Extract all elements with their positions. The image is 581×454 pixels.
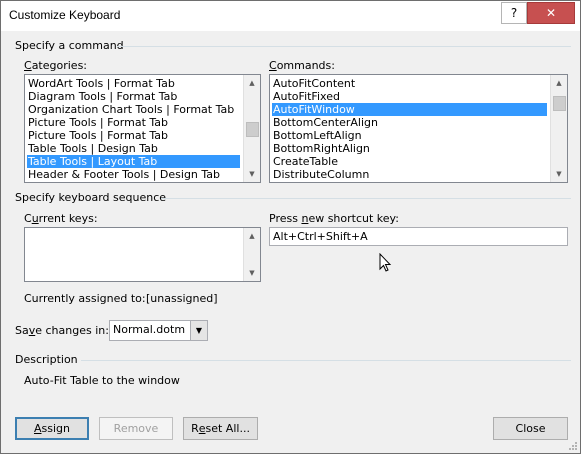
scroll-thumb[interactable] (246, 122, 259, 137)
scroll-up-icon[interactable]: ▲ (244, 228, 260, 244)
specify-command-group-label: Specify a command (15, 39, 124, 52)
assign-button[interactable]: Assign (15, 417, 89, 440)
new-shortcut-input[interactable]: Alt+Ctrl+Shift+A (269, 227, 568, 246)
chevron-down-icon[interactable]: ▼ (190, 321, 207, 340)
save-changes-select[interactable]: Normal.dotm ▼ (109, 320, 208, 341)
group-divider (161, 198, 571, 199)
save-changes-value: Normal.dotm (113, 323, 186, 336)
group-divider (117, 46, 571, 47)
list-item[interactable]: Picture Tools | Format Tab (27, 116, 240, 129)
save-changes-label: Save changes in: (15, 324, 109, 337)
group-divider (81, 360, 571, 361)
currently-assigned-value: [unassigned] (146, 292, 218, 305)
remove-button[interactable]: Remove (99, 417, 173, 440)
close-button[interactable]: Close (493, 417, 568, 440)
window-close-icon[interactable]: ✕ (527, 2, 575, 24)
commands-listbox[interactable]: DistributeColumn CreateTable BottomRightAl… (269, 74, 568, 183)
list-item[interactable]: BottomLeftAlign (272, 129, 547, 142)
categories-label: Categories: (24, 59, 88, 72)
title-bar: Customize Keyboard ? ✕ (1, 1, 580, 31)
current-keys-listbox[interactable]: ▲ ▼ (24, 227, 261, 282)
scroll-up-icon[interactable]: ▲ (551, 75, 567, 91)
list-item[interactable]: Diagram Tools | Format Tab (27, 90, 240, 103)
current-keys-label: Current keys: (24, 212, 98, 225)
list-item[interactable]: AutoFitWindow (272, 103, 547, 116)
commands-label: Commands: (269, 59, 335, 72)
help-button[interactable]: ? (501, 2, 527, 24)
list-item[interactable]: Table Tools | Design Tab (27, 142, 240, 155)
categories-scrollbar[interactable]: ▲ ▼ (243, 75, 260, 182)
resize-grip-icon[interactable] (568, 441, 578, 451)
scroll-thumb[interactable] (553, 96, 566, 111)
window-title: Customize Keyboard (9, 8, 121, 22)
scroll-down-icon[interactable]: ▼ (551, 166, 567, 182)
commands-scrollbar[interactable]: ▲ ▼ (550, 75, 567, 182)
currently-assigned-label: Currently assigned to: (24, 292, 146, 305)
list-item[interactable]: CreateTable (272, 155, 547, 168)
list-item[interactable]: AutoFitContent (272, 77, 547, 90)
scroll-down-icon[interactable]: ▼ (244, 166, 260, 182)
list-item[interactable]: DistributeColumn (272, 168, 547, 181)
scroll-down-icon[interactable]: ▼ (244, 265, 260, 281)
keyboard-sequence-group-label: Specify keyboard sequence (15, 191, 167, 204)
list-item[interactable]: Picture Tools | Format Tab (27, 129, 240, 142)
list-item[interactable]: AutoFitFixed (272, 90, 547, 103)
list-item[interactable]: WordArt Tools | Format Tab (27, 77, 240, 90)
reset-all-button[interactable]: Re set All... (183, 417, 258, 440)
list-item[interactable]: Organization Chart Tools | Format Tab (27, 103, 240, 116)
scroll-up-icon[interactable]: ▲ (244, 75, 260, 91)
list-item[interactable]: BottomCenterAlign (272, 116, 547, 129)
list-item[interactable]: Header & Footer Tools | Design Tab (27, 168, 240, 181)
description-text: Auto-Fit Table to the window (24, 374, 180, 387)
current-keys-scrollbar[interactable]: ▲ ▼ (243, 228, 260, 281)
categories-listbox[interactable]: Header & Footer Tools | Design Tab Table … (24, 74, 261, 183)
list-item[interactable]: BottomRightAlign (272, 142, 547, 155)
description-group-label: Description (15, 353, 78, 366)
mouse-cursor-icon (379, 253, 392, 272)
customize-keyboard-dialog: Customize Keyboard ? ✕ Specify a command… (0, 0, 581, 454)
new-shortcut-label: Press new shortcut key: (269, 212, 399, 225)
list-item[interactable]: Table Tools | Layout Tab (27, 155, 240, 168)
